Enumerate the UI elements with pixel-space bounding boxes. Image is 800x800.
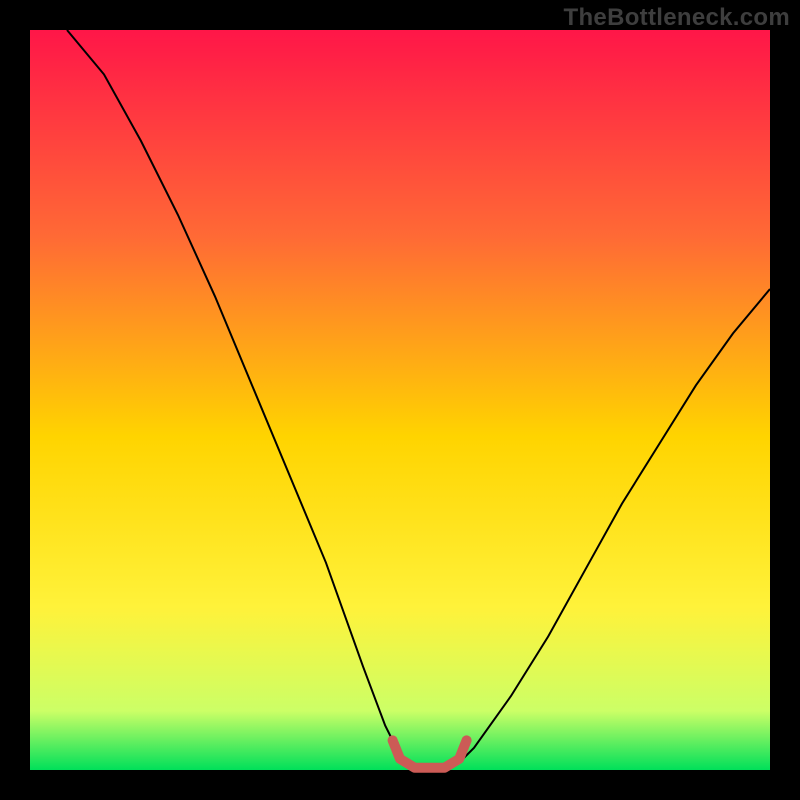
bottleneck-chart [0, 0, 800, 800]
chart-frame: TheBottleneck.com [0, 0, 800, 800]
watermark-text: TheBottleneck.com [564, 4, 790, 32]
